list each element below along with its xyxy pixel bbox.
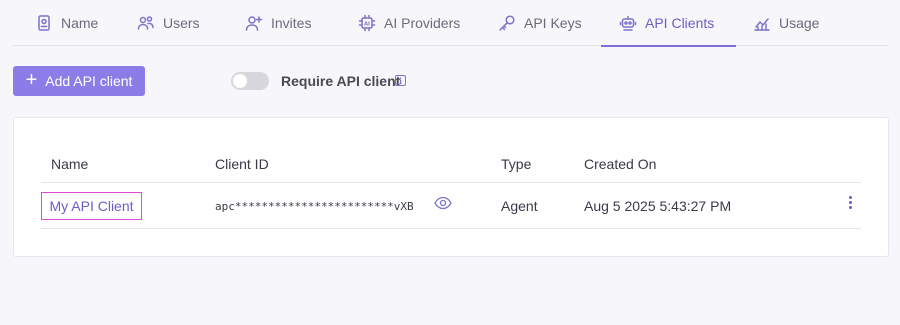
column-header-created-on: Created On [584, 156, 657, 172]
tab-label: API Clients [645, 15, 715, 31]
plus-icon: + [25, 69, 38, 91]
tab-bar: Name Users Invites AI AI Providers API K… [13, 0, 889, 47]
tab-label: Invites [271, 15, 312, 31]
client-id-value: apc************************vXB [215, 200, 414, 213]
tab-label: Users [163, 15, 200, 31]
tab-ai-providers[interactable]: AI AI Providers [358, 0, 460, 46]
add-api-client-label: Add API client [45, 73, 133, 89]
ai-chip-icon: AI [358, 14, 376, 32]
row-divider [41, 228, 861, 229]
client-name-link[interactable]: My API Client [41, 192, 142, 220]
api-clients-table: Name Client ID Type Created On My API Cl… [13, 117, 889, 257]
created-on-value: Aug 5 2025 5:43:27 PM [584, 198, 732, 214]
info-icon[interactable]: i [395, 75, 406, 86]
column-header-client-id: Client ID [215, 156, 269, 172]
tab-invites[interactable]: Invites [245, 0, 311, 46]
more-options-icon[interactable] [846, 196, 854, 212]
client-type-value: Agent [501, 198, 538, 214]
tab-label: Name [61, 15, 99, 31]
add-api-client-button[interactable]: + Add API client [13, 66, 145, 96]
tab-label: Usage [779, 15, 820, 31]
users-icon [137, 16, 154, 30]
key-icon [499, 15, 515, 31]
tab-name[interactable]: Name [35, 0, 98, 46]
tab-usage[interactable]: Usage [753, 0, 819, 46]
tab-api-clients[interactable]: API Clients [600, 0, 737, 47]
require-api-client-label: Require API client [281, 73, 401, 89]
column-header-name: Name [51, 156, 89, 172]
chart-icon [754, 18, 770, 31]
column-header-type: Type [501, 156, 532, 172]
add-user-icon [245, 16, 263, 31]
svg-text:AI: AI [364, 21, 370, 27]
tab-users[interactable]: Users [137, 0, 200, 46]
require-api-client-toggle[interactable] [231, 72, 269, 90]
tab-label: API Keys [524, 15, 582, 31]
eye-icon[interactable] [434, 196, 452, 210]
header-divider [41, 182, 861, 183]
robot-icon [619, 15, 637, 31]
tab-api-keys[interactable]: API Keys [498, 0, 582, 46]
tab-label: AI Providers [384, 15, 461, 31]
id-badge-icon [38, 15, 50, 31]
